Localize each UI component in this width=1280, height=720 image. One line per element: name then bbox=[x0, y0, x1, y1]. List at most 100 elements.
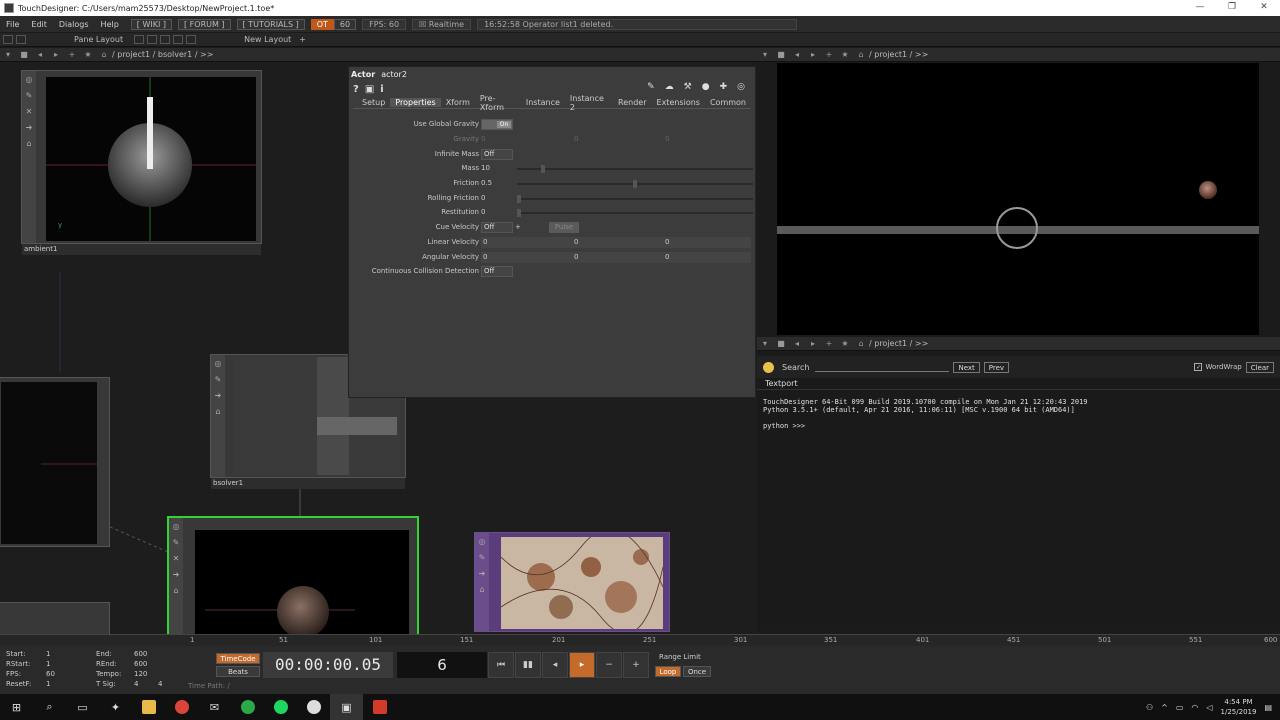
clear-button[interactable]: Clear bbox=[1245, 361, 1274, 373]
cue-velocity-toggle[interactable]: Off bbox=[481, 222, 513, 233]
layout-slot[interactable] bbox=[186, 35, 197, 44]
linear-velocity-z-field[interactable]: 0 bbox=[665, 237, 669, 248]
angular-velocity-y-field[interactable]: 0 bbox=[574, 252, 578, 263]
display-icon[interactable]: ➔ bbox=[214, 392, 222, 400]
linear-velocity-y-field[interactable]: 0 bbox=[574, 237, 578, 248]
spotify-icon[interactable] bbox=[264, 694, 297, 720]
app-icon[interactable]: ✦ bbox=[99, 694, 132, 720]
mode-toggle-inactive[interactable]: 60 bbox=[333, 18, 357, 30]
timecode-display[interactable]: 00:00:00.05 bbox=[263, 652, 393, 678]
step-back-button[interactable]: − bbox=[596, 652, 622, 678]
ccd-toggle[interactable]: Off bbox=[481, 266, 513, 277]
tab-instance-2[interactable]: Instance 2 bbox=[565, 94, 613, 112]
home-icon[interactable]: ⌂ bbox=[856, 50, 866, 60]
minimize-button[interactable]: — bbox=[1184, 0, 1216, 16]
search-input[interactable] bbox=[815, 370, 950, 372]
home-icon[interactable]: ⌂ bbox=[99, 50, 109, 60]
slider-handle[interactable] bbox=[517, 209, 521, 217]
operator-name[interactable]: actor2 bbox=[381, 70, 407, 79]
display-icon[interactable]: ➔ bbox=[172, 571, 180, 579]
battery-icon[interactable]: ▭ bbox=[1176, 703, 1184, 712]
play-reverse-button[interactable]: ◂ bbox=[542, 652, 568, 678]
gravity-x-field[interactable]: 0 bbox=[481, 134, 485, 145]
use-global-gravity-toggle[interactable]: On bbox=[481, 119, 513, 130]
gravity-y-field[interactable]: 0 bbox=[574, 134, 578, 145]
volume-icon[interactable]: ◁ bbox=[1206, 703, 1212, 712]
partial-node-left[interactable] bbox=[0, 377, 110, 547]
lock-icon[interactable]: ⌂ bbox=[214, 408, 222, 416]
menu-file[interactable]: File bbox=[0, 20, 25, 29]
viewer-icon[interactable]: ◎ bbox=[214, 360, 222, 368]
textport-path[interactable]: / project1 / >> bbox=[869, 339, 928, 348]
tsig-numerator[interactable]: 4 bbox=[134, 680, 138, 688]
frame-display[interactable]: 6 bbox=[397, 652, 487, 678]
infinite-mass-toggle[interactable]: Off bbox=[481, 149, 513, 160]
restitution-field[interactable]: 0 bbox=[481, 207, 485, 218]
geometry-node-selected[interactable]: ◎ ✎ ✕ ➔ ⌂ bbox=[167, 516, 419, 634]
tab-render[interactable]: Render bbox=[613, 98, 651, 107]
forum-button[interactable]: [ FORUM ] bbox=[178, 18, 231, 30]
bookmark-star-icon[interactable]: ★ bbox=[840, 50, 850, 60]
step-forward-button[interactable]: + bbox=[623, 652, 649, 678]
once-button[interactable]: Once bbox=[683, 666, 711, 677]
stop-icon[interactable]: ■ bbox=[776, 50, 786, 60]
wrench-icon[interactable]: ⚒ bbox=[684, 82, 692, 92]
tempo-value[interactable]: 120 bbox=[134, 670, 147, 678]
viewer-icon[interactable]: ◎ bbox=[478, 538, 486, 546]
edit-icon[interactable]: ✎ bbox=[478, 554, 486, 562]
cloud-icon[interactable]: ☁ bbox=[665, 82, 674, 92]
loop-button[interactable]: Loop bbox=[655, 666, 681, 677]
pane-layout-label[interactable]: Pane Layout bbox=[66, 35, 131, 44]
add-layout-icon[interactable]: + bbox=[299, 35, 306, 44]
pane-menu-icon[interactable]: ▾ bbox=[760, 50, 770, 60]
timecode-button[interactable]: TimeCode bbox=[216, 653, 260, 664]
back-icon[interactable]: ◂ bbox=[792, 339, 802, 349]
tutorials-button[interactable]: [ TUTORIALS ] bbox=[236, 18, 305, 30]
tab-setup[interactable]: Setup bbox=[357, 98, 390, 107]
rend-value[interactable]: 600 bbox=[134, 660, 147, 668]
beats-button[interactable]: Beats bbox=[216, 666, 260, 677]
prev-button[interactable]: Prev bbox=[983, 361, 1010, 373]
person-icon[interactable]: ⚇ bbox=[1146, 703, 1153, 712]
touchdesigner-taskbar-icon[interactable]: ▣ bbox=[330, 694, 363, 720]
help-icon[interactable]: ? bbox=[353, 84, 359, 95]
file-explorer-icon[interactable] bbox=[132, 694, 165, 720]
bypass-icon[interactable]: ✕ bbox=[25, 108, 33, 116]
edit-icon[interactable]: ✎ bbox=[25, 92, 33, 100]
tsig-denominator[interactable]: 4 bbox=[158, 680, 162, 688]
pencil-icon[interactable]: ✎ bbox=[647, 82, 655, 92]
edit-icon[interactable]: ✎ bbox=[172, 539, 180, 547]
rolling-friction-slider[interactable] bbox=[517, 195, 753, 203]
textport-output[interactable]: TouchDesigner 64-Bit 099 Build 2019.1070… bbox=[757, 390, 1280, 438]
node-name-label[interactable]: bsolver1 bbox=[211, 478, 405, 489]
start-icon[interactable]: ⊞ bbox=[0, 694, 33, 720]
viewer-icon[interactable]: ◎ bbox=[25, 76, 33, 84]
edit-icon[interactable]: ✎ bbox=[214, 376, 222, 384]
angular-velocity-x-field[interactable]: 0 bbox=[481, 252, 751, 263]
tab-xform[interactable]: Xform bbox=[441, 98, 475, 107]
friction-slider[interactable] bbox=[517, 180, 753, 188]
wiki-button[interactable]: [ WIKI ] bbox=[130, 18, 172, 30]
wifi-icon[interactable]: ◠ bbox=[1191, 703, 1198, 712]
menu-dialogs[interactable]: Dialogs bbox=[53, 20, 95, 29]
pulse-button[interactable]: Pulse bbox=[549, 222, 579, 233]
mode-toggle-active[interactable]: OT bbox=[310, 18, 334, 30]
lock-icon[interactable]: ⌂ bbox=[25, 140, 33, 148]
red-app-icon[interactable] bbox=[363, 694, 396, 720]
back-icon[interactable]: ◂ bbox=[792, 50, 802, 60]
fps-value[interactable]: 60 bbox=[46, 670, 55, 678]
forward-icon[interactable]: ▸ bbox=[51, 50, 61, 60]
operator-icon[interactable]: ▣ bbox=[365, 84, 374, 95]
stop-icon[interactable]: ■ bbox=[776, 339, 786, 349]
forward-icon[interactable]: ▸ bbox=[808, 50, 818, 60]
menu-help[interactable]: Help bbox=[95, 20, 125, 29]
geometry-viewer[interactable] bbox=[195, 530, 409, 634]
ambient-viewer[interactable]: y bbox=[46, 77, 256, 241]
play-forward-button[interactable]: ▸ bbox=[569, 652, 595, 678]
next-button[interactable]: Next bbox=[953, 361, 980, 373]
render-viewer[interactable] bbox=[777, 63, 1259, 335]
realtime-toggle[interactable]: ☒ Realtime bbox=[412, 18, 472, 30]
viewer-path[interactable]: / project1 / >> bbox=[869, 50, 928, 59]
lock-icon[interactable]: ⌂ bbox=[478, 586, 486, 594]
notifications-icon[interactable]: ▤ bbox=[1264, 703, 1272, 712]
